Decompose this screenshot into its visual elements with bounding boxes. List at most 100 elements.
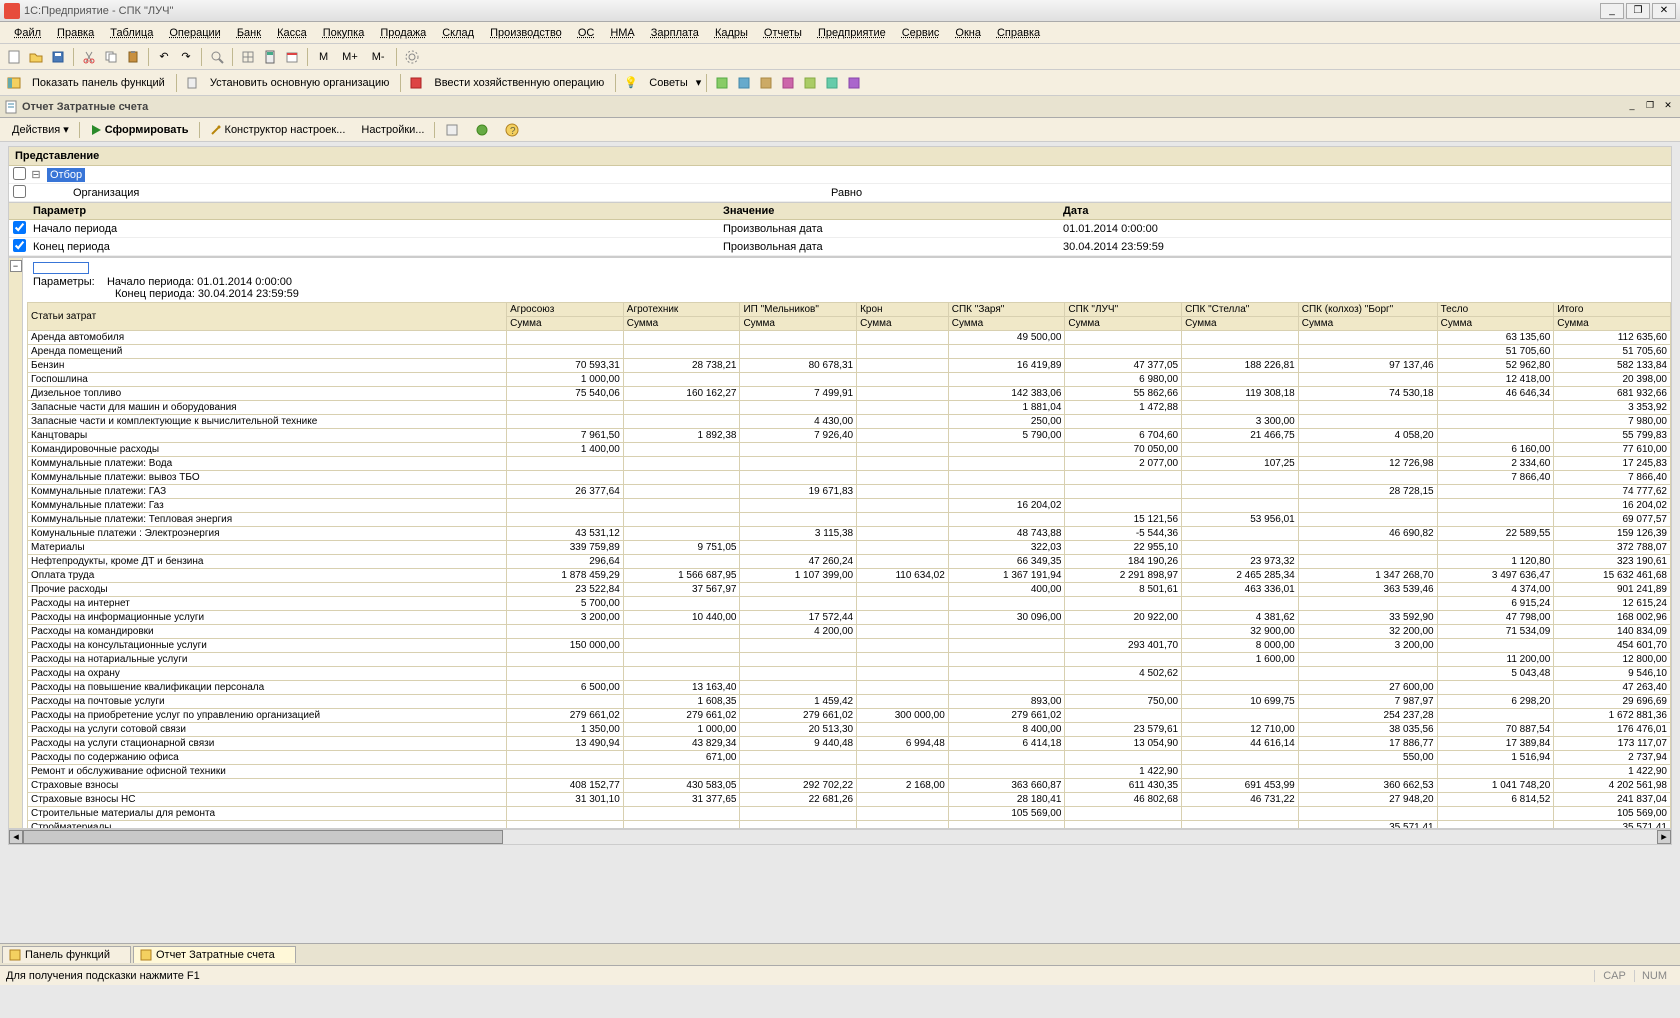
filter-org-checkbox[interactable] [13, 185, 26, 198]
set-org-button[interactable]: Установить основную организацию [204, 75, 396, 91]
menu-окна[interactable]: Окна [947, 25, 989, 41]
table-row[interactable]: Прочие расходы23 522,8437 567,97400,008 … [28, 583, 1671, 597]
table-row[interactable]: Расходы на услуги сотовой связи1 350,001… [28, 723, 1671, 737]
table-row[interactable]: Расходы на консультационные услуги150 00… [28, 639, 1671, 653]
table-row[interactable]: Коммунальные платежи: Газ16 204,0216 204… [28, 499, 1671, 513]
table-row[interactable]: Страховые взносы НС31 301,1031 377,6522 … [28, 793, 1671, 807]
table-row[interactable]: Расходы на почтовые услуги1 608,351 459,… [28, 695, 1671, 709]
table-row[interactable]: Страховые взносы408 152,77430 583,05292 … [28, 779, 1671, 793]
paste-icon[interactable] [123, 47, 143, 67]
scroll-right-icon[interactable]: ▸ [1657, 830, 1671, 844]
menu-файл[interactable]: Файл [6, 25, 49, 41]
bulb-icon[interactable]: 💡 [621, 73, 641, 93]
table-row[interactable]: Аренда автомобиля49 500,0063 135,60112 6… [28, 331, 1671, 345]
grid-icon[interactable] [238, 47, 258, 67]
tool1-icon[interactable] [439, 121, 465, 139]
menu-нма[interactable]: НМА [602, 25, 642, 41]
menu-таблица[interactable]: Таблица [102, 25, 161, 41]
close-button[interactable]: ✕ [1652, 3, 1676, 19]
menu-справка[interactable]: Справка [989, 25, 1048, 41]
doc-minimize-button[interactable]: _ [1624, 100, 1640, 114]
filter-checkbox[interactable] [13, 167, 26, 180]
table-row[interactable]: Командировочные расходы1 400,0070 050,00… [28, 443, 1671, 457]
table-row[interactable]: Канцтовары7 961,501 892,387 926,405 790,… [28, 429, 1671, 443]
collapse-icon[interactable]: ⊟ [29, 168, 43, 181]
horizontal-scrollbar[interactable]: ◂ ▸ [8, 829, 1672, 845]
undo-icon[interactable]: ↶ [154, 47, 174, 67]
report4-icon[interactable] [778, 73, 798, 93]
outline-toggle[interactable]: − [10, 260, 22, 272]
doc-close-button[interactable]: ✕ [1660, 100, 1676, 114]
report-grid[interactable]: − Параметры: Начало периода: 01.01.2014 … [8, 257, 1672, 829]
show-panel-button[interactable]: Показать панель функций [26, 75, 171, 91]
report7-icon[interactable] [844, 73, 864, 93]
restore-button[interactable]: ❐ [1626, 3, 1650, 19]
table-row[interactable]: Расходы на интернет5 700,006 915,2412 61… [28, 597, 1671, 611]
scroll-left-icon[interactable]: ◂ [9, 830, 23, 844]
table-row[interactable]: Бензин70 593,3128 738,2180 678,3116 419,… [28, 359, 1671, 373]
open-icon[interactable] [26, 47, 46, 67]
filter-row-org[interactable]: Организация Равно [9, 184, 1671, 202]
actions-button[interactable]: Действия ▾ [6, 121, 75, 138]
table-row[interactable]: Коммунальные платежи: вывоз ТБО7 866,407… [28, 471, 1671, 485]
filter-row-selection[interactable]: ⊟ Отбор [9, 166, 1671, 184]
table-row[interactable]: Расходы по содержанию офиса671,00550,001… [28, 751, 1671, 765]
find-icon[interactable] [207, 47, 227, 67]
redo-icon[interactable]: ↷ [176, 47, 196, 67]
table-row[interactable]: Комунальные платежи : Электроэнергия43 5… [28, 527, 1671, 541]
calendar-icon[interactable] [282, 47, 302, 67]
param-checkbox[interactable] [13, 221, 26, 234]
table-row[interactable]: Коммунальные платежи: Тепловая энергия15… [28, 513, 1671, 527]
report3-icon[interactable] [756, 73, 776, 93]
copy-icon[interactable] [101, 47, 121, 67]
param-checkbox[interactable] [13, 239, 26, 252]
m-plus-button[interactable]: M+ [336, 49, 364, 65]
menu-кадры[interactable]: Кадры [707, 25, 756, 41]
table-row[interactable]: Расходы на повышение квалификации персон… [28, 681, 1671, 695]
table-row[interactable]: Аренда помещений51 705,6051 705,60 [28, 345, 1671, 359]
settings-button[interactable]: Настройки... [355, 122, 430, 138]
doc-restore-button[interactable]: ❐ [1642, 100, 1658, 114]
table-row[interactable]: Расходы на командировки4 200,0032 900,00… [28, 625, 1671, 639]
op-icon[interactable] [406, 73, 426, 93]
save-icon[interactable] [48, 47, 68, 67]
table-row[interactable]: Стройматериалы35 571,4135 571,41 [28, 821, 1671, 830]
panel-icon[interactable] [4, 73, 24, 93]
enter-op-button[interactable]: Ввести хозяйственную операцию [428, 75, 610, 91]
menu-ос[interactable]: ОС [570, 25, 603, 41]
menu-предприятие[interactable]: Предприятие [810, 25, 894, 41]
menu-продажа[interactable]: Продажа [372, 25, 434, 41]
m-minus-button[interactable]: M- [366, 49, 391, 65]
table-row[interactable]: Расходы на информационные услуги3 200,00… [28, 611, 1671, 625]
table-row[interactable]: Коммунальные платежи: Вода2 077,00107,25… [28, 457, 1671, 471]
menu-правка[interactable]: Правка [49, 25, 102, 41]
table-row[interactable]: Запасные части для машин и оборудования1… [28, 401, 1671, 415]
table-row[interactable]: Нефтепродукты, кроме ДТ и бензина296,644… [28, 555, 1671, 569]
gear-icon[interactable] [402, 47, 422, 67]
table-row[interactable]: Расходы на услуги стационарной связи13 4… [28, 737, 1671, 751]
table-row[interactable]: Расходы на приобретение услуг по управле… [28, 709, 1671, 723]
menu-операции[interactable]: Операции [161, 25, 228, 41]
help-icon[interactable]: ? [499, 121, 525, 139]
calc-icon[interactable] [260, 47, 280, 67]
menu-сервис[interactable]: Сервис [894, 25, 948, 41]
menu-производство[interactable]: Производство [482, 25, 570, 41]
menu-отчеты[interactable]: Отчеты [756, 25, 810, 41]
tool2-icon[interactable] [469, 121, 495, 139]
table-row[interactable]: Госпошлина1 000,006 980,0012 418,0020 39… [28, 373, 1671, 387]
advice-button[interactable]: Советы [643, 75, 693, 91]
table-row[interactable]: Ремонт и обслуживание офисной техники1 4… [28, 765, 1671, 779]
minimize-button[interactable]: _ [1600, 3, 1624, 19]
table-row[interactable]: Коммунальные платежи: ГАЗ26 377,6419 671… [28, 485, 1671, 499]
form-button[interactable]: Сформировать [84, 122, 195, 138]
menu-касса[interactable]: Касса [269, 25, 315, 41]
selected-cell[interactable] [33, 262, 89, 274]
menu-покупка[interactable]: Покупка [315, 25, 373, 41]
cut-icon[interactable] [79, 47, 99, 67]
table-row[interactable]: Расходы на нотариальные услуги1 600,0011… [28, 653, 1671, 667]
scroll-thumb[interactable] [23, 830, 503, 844]
table-row[interactable]: Запасные части и комплектующие к вычисли… [28, 415, 1671, 429]
table-row[interactable]: Расходы на охрану4 502,625 043,489 546,1… [28, 667, 1671, 681]
dropdown-icon[interactable]: ▾ [696, 76, 702, 89]
report1-icon[interactable] [712, 73, 732, 93]
